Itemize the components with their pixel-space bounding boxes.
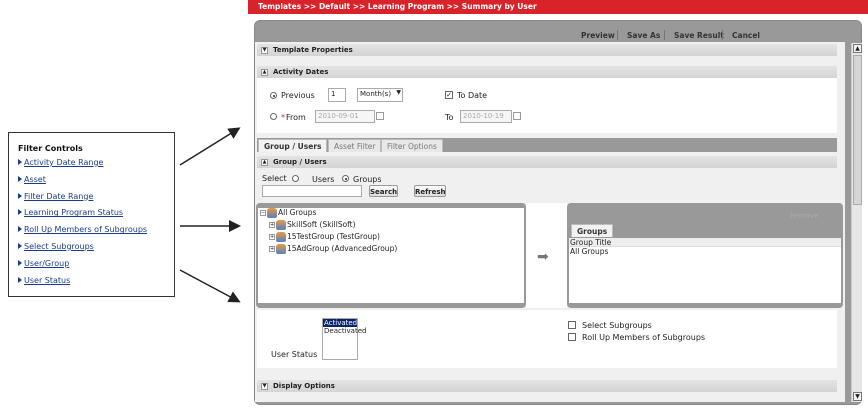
preview-button[interactable]: Preview	[581, 31, 615, 40]
tree-node[interactable]: +15AdGroup (AdvancedGroup)	[260, 244, 522, 256]
template-properties-header[interactable]: ▼ Template Properties	[257, 44, 837, 56]
tree-node[interactable]: +15TestGroup (TestGroup)	[260, 232, 522, 244]
remove-button[interactable]: Remove	[790, 212, 818, 220]
group-icon	[276, 244, 286, 254]
select-subgroups-checkbox[interactable]	[568, 321, 576, 329]
to-date-input[interactable]: 2010-10-19	[460, 110, 512, 123]
save-result-button[interactable]: Save Result	[674, 31, 724, 40]
from-radio[interactable]	[270, 113, 277, 120]
divider	[722, 30, 723, 40]
divider	[664, 30, 665, 40]
from-date-input[interactable]: 2010-09-01	[315, 110, 375, 123]
collapse-icon[interactable]: ▼	[261, 383, 268, 390]
collapse-icon[interactable]: ▼	[261, 47, 268, 54]
groups-table: Group Title All Groups	[569, 238, 841, 303]
callout-arrows	[179, 127, 241, 303]
required-mark: *	[281, 113, 285, 122]
users-radio[interactable]	[292, 175, 299, 182]
groups-label: Groups	[353, 175, 382, 184]
section-title: Activity Dates	[273, 68, 329, 76]
chevron-down-icon: ▼	[396, 89, 401, 96]
table-row[interactable]: All Groups	[569, 247, 841, 256]
tab-asset-filter[interactable]: Asset Filter	[328, 139, 382, 152]
arrow-right-icon[interactable]: ➡	[537, 249, 549, 265]
list-option[interactable]: Deactivated	[323, 327, 366, 335]
from-label: From	[286, 113, 306, 122]
group-users-header[interactable]: ▲ Group / Users	[257, 156, 837, 168]
to-label: To	[445, 113, 454, 122]
tree-node[interactable]: + SkillSoft (SkillSoft)	[260, 220, 522, 232]
previous-radio[interactable]	[270, 92, 277, 99]
group-tree: − All Groups + SkillSoft (SkillSoft) +15Te…	[258, 208, 524, 303]
search-input[interactable]	[262, 185, 362, 197]
group-icon	[267, 208, 277, 218]
tab-groups[interactable]: Groups	[571, 224, 614, 237]
expand-icon[interactable]: +	[269, 246, 275, 252]
to-date-checkbox[interactable]: ✓	[445, 91, 453, 99]
expand-icon[interactable]: +	[269, 222, 275, 228]
expand-icon[interactable]: ▲	[261, 69, 268, 76]
list-option[interactable]: Activated	[323, 319, 357, 327]
roll-up-checkbox[interactable]	[568, 333, 576, 341]
unit-value: Month(s)	[360, 90, 392, 98]
cancel-button[interactable]: Cancel	[732, 31, 760, 40]
tree-label[interactable]: All Groups	[278, 208, 316, 217]
group-icon	[276, 232, 286, 242]
scroll-up-icon[interactable]: ▲	[853, 44, 862, 53]
divider	[617, 30, 618, 40]
save-as-button[interactable]: Save As	[627, 31, 660, 40]
select-subgroups-label: Select Subgroups	[582, 321, 652, 330]
users-label: Users	[312, 175, 335, 184]
calendar-icon[interactable]	[376, 112, 384, 120]
section-title: Display Options	[273, 382, 335, 390]
arrow-icon	[179, 269, 241, 303]
search-button[interactable]: Search	[369, 185, 398, 197]
expand-icon[interactable]: ▲	[261, 159, 268, 166]
scroll-down-icon[interactable]: ▼	[853, 392, 862, 401]
scroll-thumb[interactable]	[853, 55, 862, 205]
groups-radio[interactable]	[342, 175, 349, 182]
tree-label[interactable]: 15AdGroup (AdvancedGroup)	[287, 244, 397, 253]
activity-dates-header[interactable]: ▲ Activity Dates	[257, 66, 837, 78]
tab-group-users[interactable]: Group / Users	[258, 139, 328, 152]
expand-icon[interactable]: +	[269, 234, 275, 240]
breadcrumb: Templates >> Default >> Learning Program…	[248, 0, 868, 14]
calendar-icon[interactable]	[513, 112, 521, 120]
previous-count-input[interactable]: 1	[328, 88, 346, 102]
section-title: Group / Users	[273, 158, 327, 166]
arrow-icon	[179, 127, 241, 166]
select-label: Select	[262, 174, 287, 183]
tree-node[interactable]: − All Groups	[260, 208, 522, 220]
column-header[interactable]: Group Title	[569, 238, 841, 247]
tree-label[interactable]: 15TestGroup (TestGroup)	[287, 232, 380, 241]
group-icon	[276, 220, 286, 230]
previous-label: Previous	[281, 91, 315, 100]
user-status-label: User Status	[271, 350, 318, 359]
tab-filter-options[interactable]: Filter Options	[381, 139, 443, 152]
collapse-icon[interactable]: −	[260, 210, 266, 216]
roll-up-label: Roll Up Members of Subgroups	[582, 333, 706, 342]
refresh-button[interactable]: Refresh	[414, 185, 446, 197]
section-title: Template Properties	[273, 46, 353, 54]
to-date-label: To Date	[457, 91, 488, 100]
activity-dates-body	[257, 78, 837, 133]
scrollbar[interactable]: ▲ ▼	[851, 43, 862, 402]
display-options-header[interactable]: ▼ Display Options	[257, 380, 837, 392]
tree-label[interactable]: SkillSoft (SkillSoft)	[287, 220, 356, 229]
unit-select[interactable]: Month(s) ▼	[357, 88, 403, 102]
user-status-listbox[interactable]: Activated Deactivated	[322, 318, 366, 360]
